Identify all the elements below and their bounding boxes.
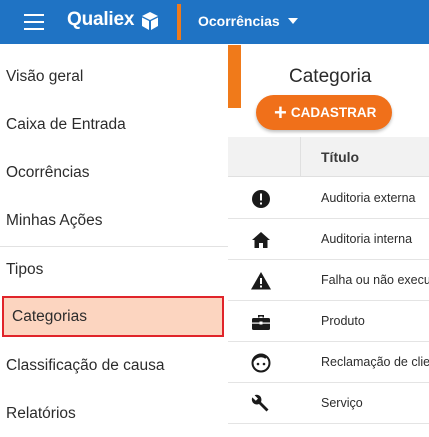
table-row[interactable]: Auditoria interna [228,219,429,260]
wrench-icon [251,394,269,412]
qualiex-logo-icon [142,12,158,30]
table-header: Título [228,137,429,177]
alert-circle-icon [252,190,270,208]
chevron-down-icon [287,18,298,24]
face-icon [251,353,271,373]
topbar-divider [177,4,181,40]
table-row[interactable]: Produto [228,301,429,342]
brand-logo-text: Qualiex [67,9,135,30]
sidebar-item-categorias[interactable]: Categorias [2,296,224,337]
sidebar-item-tipos[interactable]: Tipos [0,246,228,294]
row-title: Falha ou não execução [321,273,429,287]
plus-icon: + [274,99,287,125]
top-app-bar: Qualiex Ocorrências [0,0,429,44]
add-category-button-label: CADASTRAR [290,105,377,120]
categories-table: Título Auditoria externa Auditoria inter… [228,137,429,437]
table-row[interactable]: Reclamação de cliente [228,342,429,383]
module-selector[interactable]: Ocorrências [198,13,298,29]
table-row[interactable]: Serviço [228,383,429,424]
sidebar-item-visao-geral[interactable]: Visão geral [0,53,228,101]
warning-triangle-icon [251,272,271,290]
module-selector-label: Ocorrências [198,13,280,29]
sidebar-item-classificacao-de-causa[interactable]: Classificação de causa [0,342,228,390]
row-title: Auditoria interna [321,232,413,246]
column-header-titulo[interactable]: Título [321,149,359,165]
row-title: Auditoria externa [321,191,416,205]
row-title: Produto [321,314,365,328]
table-row[interactable]: Auditoria externa [228,178,429,219]
panel-accent-bar [228,45,241,108]
sidebar-item-ocorrencias[interactable]: Ocorrências [0,149,228,197]
sidebar-item-caixa-de-entrada[interactable]: Caixa de Entrada [0,101,228,149]
sidebar-nav: Visão geral Caixa de Entrada Ocorrências… [0,53,228,437]
home-icon [252,232,270,248]
row-title: Reclamação de cliente [321,355,429,369]
hamburger-menu-icon[interactable] [24,14,44,30]
sidebar-item-relatorios[interactable]: Relatórios [0,390,228,437]
column-divider [300,137,301,177]
add-category-button[interactable]: + CADASTRAR [256,95,392,130]
page-title: Categoria [289,66,372,87]
row-title: Serviço [321,396,363,410]
table-row[interactable]: Falha ou não execução [228,260,429,301]
briefcase-icon [252,315,270,330]
sidebar-item-minhas-acoes[interactable]: Minhas Ações [0,197,228,245]
